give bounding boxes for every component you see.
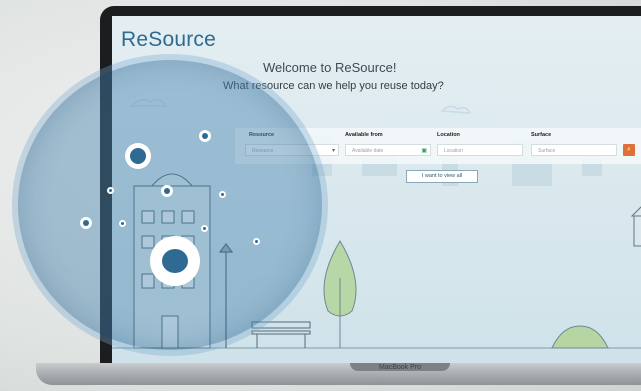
marker-tiny[interactable] bbox=[201, 225, 208, 232]
marker-small[interactable] bbox=[80, 217, 92, 229]
marker-small[interactable] bbox=[161, 185, 173, 197]
tree-illustration bbox=[323, 240, 357, 348]
marker-tiny[interactable] bbox=[253, 238, 260, 245]
location-input[interactable]: Location bbox=[437, 144, 523, 156]
search-button[interactable]: ⌕ bbox=[623, 144, 635, 156]
surface-input[interactable]: Surface bbox=[531, 144, 617, 156]
bench-illustration bbox=[251, 321, 311, 348]
marker-tiny[interactable] bbox=[119, 220, 126, 227]
marker-medium[interactable] bbox=[125, 143, 151, 169]
surface-placeholder: Surface bbox=[538, 148, 556, 154]
laptop-base bbox=[36, 363, 641, 385]
location-label: Location bbox=[437, 132, 460, 138]
welcome-heading: Welcome to ReSource! bbox=[263, 60, 397, 75]
chevron-down-icon: ▾ bbox=[331, 148, 335, 154]
highlight-circle-overlay bbox=[18, 60, 322, 350]
available-date-placeholder: Available date bbox=[352, 148, 384, 154]
view-all-button[interactable]: I want to view all bbox=[406, 170, 478, 183]
calendar-icon: ▣ bbox=[421, 148, 427, 154]
marker-small[interactable] bbox=[199, 130, 211, 142]
available-date-input[interactable]: Available date ▣ bbox=[345, 144, 431, 156]
device-model-label: MacBook Pro bbox=[378, 364, 422, 371]
search-icon: ⌕ bbox=[627, 146, 631, 153]
marker-tiny[interactable] bbox=[107, 187, 114, 194]
marker-tiny[interactable] bbox=[219, 191, 226, 198]
surface-label: Surface bbox=[531, 132, 552, 138]
location-placeholder: Location bbox=[444, 148, 463, 154]
marker-large[interactable] bbox=[150, 236, 200, 286]
available-from-label: Available from bbox=[345, 132, 383, 138]
